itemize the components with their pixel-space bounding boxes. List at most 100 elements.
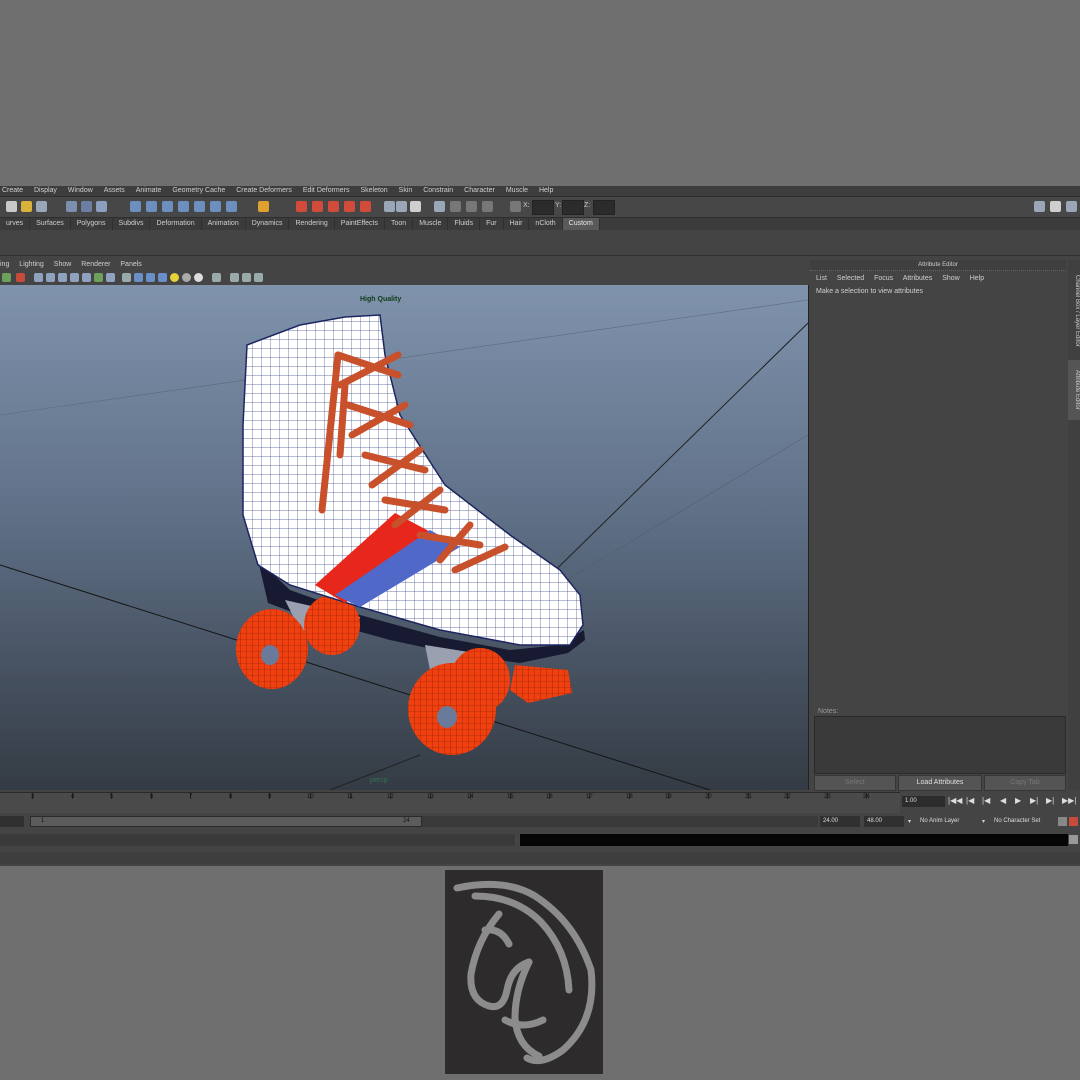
max-frame-field[interactable]: 48.00 bbox=[864, 816, 904, 827]
script-editor-icon[interactable] bbox=[1069, 835, 1078, 844]
tab-polygons[interactable]: Polygons bbox=[71, 218, 113, 230]
tab-deformation[interactable]: Deformation bbox=[150, 218, 202, 230]
range-slider[interactable]: 1 24 bbox=[30, 816, 422, 827]
tab-curves[interactable]: urves bbox=[0, 218, 31, 230]
history-icon[interactable] bbox=[210, 201, 221, 212]
image-plane-icon[interactable] bbox=[34, 273, 43, 282]
menu-create[interactable]: Create bbox=[2, 187, 23, 194]
play-icon[interactable]: ▶ bbox=[1015, 796, 1021, 805]
resolution-gate-icon[interactable] bbox=[70, 273, 79, 282]
go-to-start-icon[interactable]: |◀◀ bbox=[948, 796, 962, 805]
ae-menu-selected[interactable]: Selected bbox=[837, 275, 864, 282]
menu-help[interactable]: Help bbox=[539, 187, 553, 194]
lock-icon[interactable] bbox=[258, 201, 269, 212]
select-button[interactable]: Select bbox=[814, 775, 896, 791]
tab-surfaces[interactable]: Surfaces bbox=[30, 218, 71, 230]
render-icon[interactable] bbox=[296, 201, 307, 212]
tab-ncloth[interactable]: nCloth bbox=[529, 218, 563, 230]
snap-point-icon[interactable] bbox=[162, 201, 173, 212]
perspective-viewport[interactable]: High Quality persp bbox=[0, 285, 809, 790]
x-field[interactable] bbox=[532, 200, 554, 215]
panel-menu-lighting[interactable]: Lighting bbox=[19, 261, 44, 268]
notes-field[interactable] bbox=[814, 716, 1066, 774]
manipulator-icon[interactable] bbox=[254, 273, 263, 282]
copy-tab-button[interactable]: Copy Tab bbox=[984, 775, 1066, 791]
end-frame-field[interactable]: 24.00 bbox=[820, 816, 860, 827]
tab-rendering[interactable]: Rendering bbox=[289, 218, 335, 230]
lights-icon[interactable] bbox=[170, 273, 179, 282]
xray-icon[interactable] bbox=[212, 273, 221, 282]
z-field[interactable] bbox=[593, 200, 615, 215]
snap-view-icon[interactable] bbox=[178, 201, 189, 212]
dropdown-arrow-icon[interactable]: ▾ bbox=[982, 818, 985, 825]
menu-skeleton[interactable]: Skeleton bbox=[360, 187, 387, 194]
camera-icon[interactable] bbox=[450, 201, 461, 212]
load-attributes-button[interactable]: Load Attributes bbox=[898, 775, 982, 791]
camera-attributes-icon[interactable] bbox=[2, 273, 11, 282]
ae-menu-show[interactable]: Show bbox=[942, 275, 960, 282]
gate-mask-icon[interactable] bbox=[82, 273, 91, 282]
shadows-icon[interactable] bbox=[182, 273, 191, 282]
film-gate-icon[interactable] bbox=[58, 273, 67, 282]
start-frame-field[interactable] bbox=[0, 816, 24, 827]
tab-subdivs[interactable]: Subdivs bbox=[113, 218, 151, 230]
channel-box-icon[interactable] bbox=[1066, 201, 1077, 212]
light-icon[interactable] bbox=[466, 201, 477, 212]
tab-dynamics[interactable]: Dynamics bbox=[246, 218, 290, 230]
time-slider[interactable]: 3 4 5 6 7 8 9 10 11 12 13 14 15 16 17 18… bbox=[0, 792, 900, 813]
hud-icon[interactable] bbox=[242, 273, 251, 282]
new-scene-icon[interactable] bbox=[6, 201, 17, 212]
graph-icon[interactable] bbox=[396, 201, 407, 212]
attribute-editor-icon[interactable] bbox=[1050, 201, 1061, 212]
step-forward-key-icon[interactable]: ▶| bbox=[1030, 796, 1038, 805]
panel-menu-shading[interactable]: ing bbox=[0, 261, 9, 268]
menu-constrain[interactable]: Constrain bbox=[423, 187, 453, 194]
menu-display[interactable]: Display bbox=[34, 187, 57, 194]
toggle-panel-icon[interactable] bbox=[1034, 201, 1045, 212]
select-by-component-icon[interactable] bbox=[96, 201, 107, 212]
textured-icon[interactable] bbox=[158, 273, 167, 282]
save-icon[interactable] bbox=[36, 201, 47, 212]
go-to-end-icon[interactable]: ▶▶| bbox=[1062, 796, 1076, 805]
hypershade-icon[interactable] bbox=[344, 201, 355, 212]
tab-fluids[interactable]: Fluids bbox=[448, 218, 481, 230]
ae-menu-attributes[interactable]: Attributes bbox=[903, 275, 933, 282]
tab-custom[interactable]: Custom bbox=[562, 218, 600, 230]
construction-icon[interactable] bbox=[226, 201, 237, 212]
dropdown-arrow-icon[interactable]: ▾ bbox=[908, 818, 911, 825]
ae-menu-help[interactable]: Help bbox=[970, 275, 984, 282]
character-set-select[interactable]: No Character Set bbox=[994, 818, 1040, 824]
render-settings-icon[interactable] bbox=[328, 201, 339, 212]
tab-animation[interactable]: Animation bbox=[202, 218, 246, 230]
transform-icon[interactable] bbox=[510, 201, 521, 212]
snap-curve-icon[interactable] bbox=[146, 201, 157, 212]
smooth-shade-icon[interactable] bbox=[134, 273, 143, 282]
menu-muscle[interactable]: Muscle bbox=[506, 187, 528, 194]
ae-menu-list[interactable]: List bbox=[816, 275, 827, 282]
tab-painteffects[interactable]: PaintEffects bbox=[335, 218, 386, 230]
ipr-render-icon[interactable] bbox=[312, 201, 323, 212]
y-field[interactable] bbox=[562, 200, 584, 215]
outliner-icon[interactable] bbox=[384, 201, 395, 212]
tab-toon[interactable]: Toon bbox=[385, 218, 414, 230]
field-chart-icon[interactable] bbox=[94, 273, 103, 282]
anim-layer-select[interactable]: No Anim Layer bbox=[920, 818, 959, 824]
tab-muscle[interactable]: Muscle bbox=[413, 218, 449, 230]
preferences-icon[interactable] bbox=[1069, 817, 1078, 826]
wireframe-icon[interactable] bbox=[122, 273, 131, 282]
menu-edit-deformers[interactable]: Edit Deformers bbox=[303, 187, 350, 194]
menu-create-deformers[interactable]: Create Deformers bbox=[236, 187, 292, 194]
key-icon[interactable] bbox=[1058, 817, 1067, 826]
select-by-object-icon[interactable] bbox=[81, 201, 92, 212]
magnet-icon[interactable] bbox=[360, 201, 371, 212]
render-view-icon[interactable] bbox=[434, 201, 445, 212]
tab-hair[interactable]: Hair bbox=[504, 218, 530, 230]
menu-geometry-cache[interactable]: Geometry Cache bbox=[172, 187, 225, 194]
skate-model[interactable] bbox=[236, 314, 585, 755]
cloud-icon[interactable] bbox=[482, 201, 493, 212]
isolate-icon[interactable] bbox=[230, 273, 239, 282]
channel-box-tab[interactable]: Channel Box / Layer Editor bbox=[1068, 266, 1080, 356]
menu-skin[interactable]: Skin bbox=[399, 187, 413, 194]
select-by-hierarchy-icon[interactable] bbox=[66, 201, 77, 212]
wireframe-on-shaded-icon[interactable] bbox=[146, 273, 155, 282]
